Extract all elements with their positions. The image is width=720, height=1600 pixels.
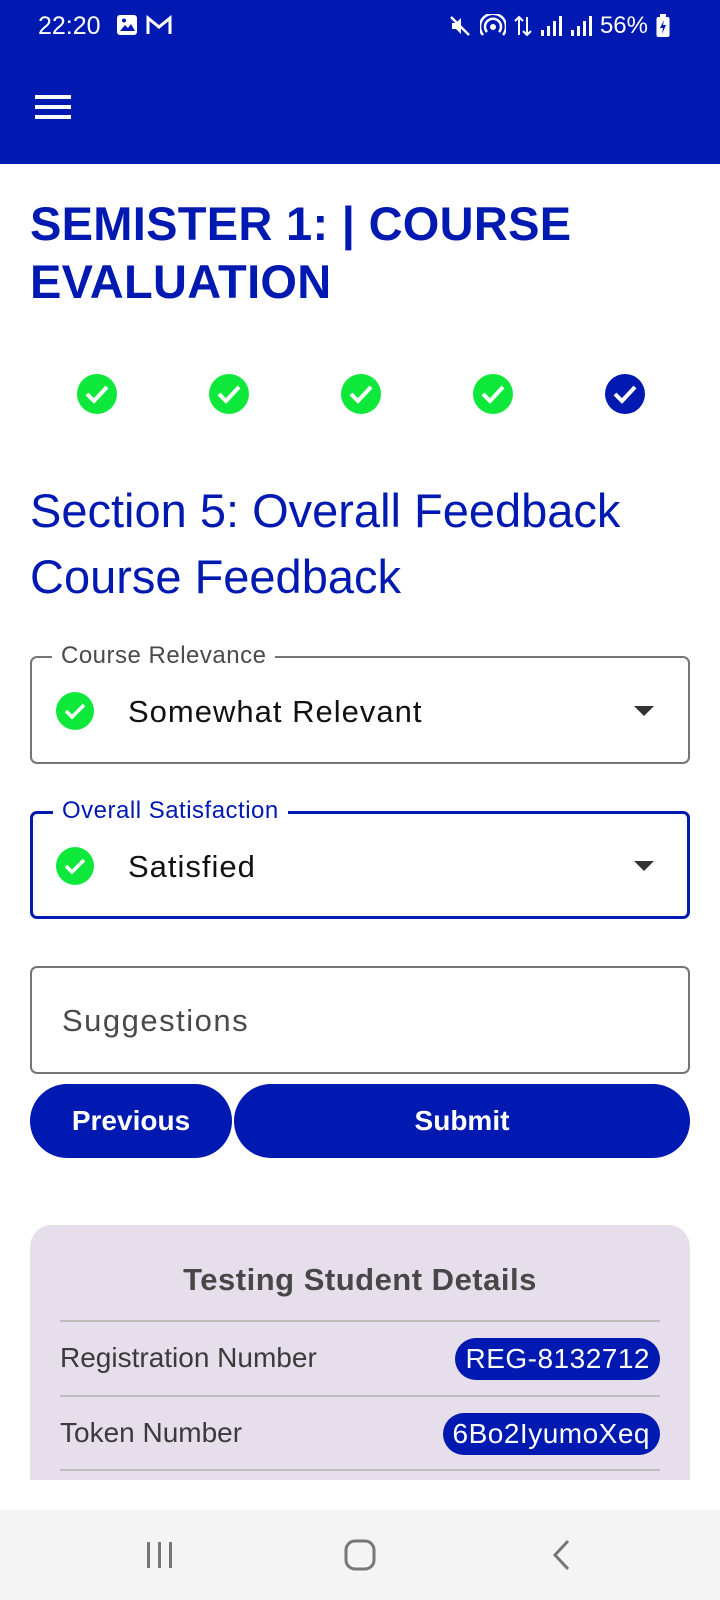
mute-icon: [448, 14, 472, 38]
step-4[interactable]: [473, 374, 513, 414]
divider: [60, 1395, 660, 1397]
token-number-value: 6Bo2IyumoXeq: [442, 1413, 660, 1455]
check-icon: [85, 385, 109, 404]
previous-button[interactable]: Previous: [30, 1084, 232, 1158]
step-5[interactable]: [605, 374, 645, 414]
course-relevance-label: Course Relevance: [52, 642, 276, 670]
dropdown-arrow-icon: [634, 706, 654, 716]
signal-icon: [540, 15, 562, 37]
section-title: Section 5: Overall Feedback Course Feedb…: [30, 478, 700, 610]
battery-charging-icon: [656, 14, 670, 38]
check-icon: [613, 385, 637, 404]
signal-icon: [570, 15, 592, 37]
system-nav-bar: [0, 1510, 720, 1600]
check-icon: [56, 692, 94, 730]
overall-satisfaction-dropdown[interactable]: Overall Satisfaction Satisfied: [30, 797, 690, 919]
suggestions-input[interactable]: Suggestions: [30, 966, 690, 1074]
back-icon[interactable]: [532, 1530, 592, 1580]
gmail-icon: [146, 14, 172, 36]
battery-text: 56%: [599, 12, 648, 39]
check-icon: [217, 385, 241, 404]
gallery-icon: [116, 14, 138, 36]
token-number-label: Token Number: [60, 1417, 243, 1448]
home-icon[interactable]: [330, 1530, 390, 1580]
data-arrows-icon: [514, 14, 532, 38]
divider: [60, 1320, 660, 1322]
student-details-card: Testing Student Details Registration Num…: [30, 1225, 690, 1480]
hotspot-icon: [479, 14, 506, 38]
registration-number-label: Registration Number: [60, 1342, 317, 1373]
overall-satisfaction-label: Overall Satisfaction: [53, 797, 288, 825]
check-icon: [349, 385, 373, 404]
divider: [60, 1469, 660, 1471]
step-1[interactable]: [77, 374, 117, 414]
step-3[interactable]: [341, 374, 381, 414]
status-time: 22:20: [38, 12, 101, 40]
course-relevance-value: Somewhat Relevant: [128, 694, 423, 729]
overall-satisfaction-value: Satisfied: [128, 849, 256, 884]
app-bar: [0, 52, 720, 164]
page-title: SEMISTER 1: | COURSE EVALUATION: [30, 197, 572, 308]
card-title: Testing Student Details: [183, 1262, 537, 1297]
check-icon: [56, 847, 94, 885]
section-title-line2: Course Feedback: [30, 550, 401, 603]
step-2[interactable]: [209, 374, 249, 414]
registration-number-value: REG-8132712: [455, 1338, 660, 1380]
course-relevance-dropdown[interactable]: Course Relevance Somewhat Relevant: [30, 642, 690, 764]
suggestions-placeholder: Suggestions: [62, 1003, 250, 1038]
dropdown-arrow-icon: [634, 861, 654, 871]
submit-button[interactable]: Submit: [234, 1084, 690, 1158]
hamburger-menu-icon[interactable]: [28, 82, 78, 132]
section-title-line1: Section 5: Overall Feedback: [30, 484, 621, 537]
status-bar: 22:20 56%: [0, 0, 720, 52]
recent-apps-icon[interactable]: [130, 1530, 190, 1580]
progress-stepper: [0, 374, 720, 414]
check-icon: [481, 385, 505, 404]
